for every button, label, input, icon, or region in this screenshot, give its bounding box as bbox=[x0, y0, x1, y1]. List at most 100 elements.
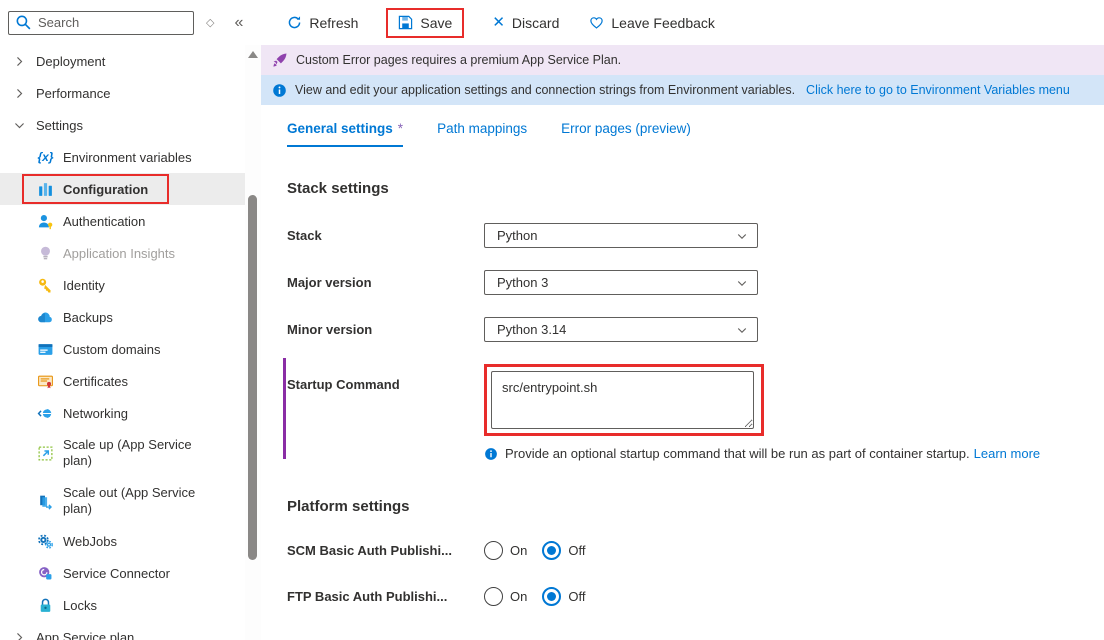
minor-version-label: Minor version bbox=[287, 322, 484, 337]
stack-dropdown-value: Python bbox=[497, 228, 537, 243]
ftp-basic-auth-row: FTP Basic Auth Publishi... On Off bbox=[287, 587, 1104, 606]
startup-command-input[interactable]: src/entrypoint.sh bbox=[491, 371, 754, 429]
sidebar-item-app-service-plan[interactable]: App Service plan bbox=[0, 621, 245, 640]
chevron-right-icon bbox=[13, 631, 26, 640]
radio-selected-icon[interactable] bbox=[542, 541, 561, 560]
ftp-basic-auth-off-option[interactable]: Off bbox=[542, 587, 585, 606]
scm-basic-auth-on-option[interactable]: On bbox=[484, 541, 527, 560]
sidebar-item-label: Backups bbox=[63, 310, 113, 325]
sidebar-item-scale-up[interactable]: Scale up (App Service plan) bbox=[0, 429, 245, 477]
refresh-button[interactable]: Refresh bbox=[285, 10, 360, 36]
tab-label: General settings bbox=[287, 121, 393, 136]
search-input[interactable] bbox=[38, 15, 187, 30]
sidebar-scrollbar[interactable] bbox=[245, 45, 261, 640]
scale-out-icon bbox=[37, 493, 54, 510]
sidebar-item-authentication[interactable]: Authentication bbox=[0, 205, 245, 237]
stack-settings-title: Stack settings bbox=[287, 180, 1104, 197]
tab-label: Error pages (preview) bbox=[561, 121, 691, 136]
search-box[interactable] bbox=[8, 11, 194, 35]
scm-basic-auth-label: SCM Basic Auth Publishi... bbox=[287, 543, 484, 558]
radio-unselected-icon[interactable] bbox=[484, 541, 503, 560]
sidebar-item-certificates[interactable]: Certificates bbox=[0, 365, 245, 397]
shortcut-diamond-icon: ◇ bbox=[206, 16, 214, 29]
sidebar-item-locks[interactable]: Locks bbox=[0, 589, 245, 621]
ftp-basic-auth-on-option[interactable]: On bbox=[484, 587, 527, 606]
sidebar-item-webjobs[interactable]: WebJobs bbox=[0, 525, 245, 557]
sidebar-item-label: Locks bbox=[63, 598, 97, 613]
sidebar-item-label: Custom domains bbox=[63, 342, 161, 357]
scm-basic-auth-row: SCM Basic Auth Publishi... On Off bbox=[287, 541, 1104, 560]
sidebar-item-application-insights[interactable]: Application Insights bbox=[0, 237, 245, 269]
save-icon bbox=[398, 15, 413, 30]
networking-icon bbox=[37, 405, 54, 422]
modified-field-indicator bbox=[283, 358, 286, 459]
configuration-pane: Custom Error pages requires a premium Ap… bbox=[261, 45, 1104, 640]
scrollbar-thumb[interactable] bbox=[248, 195, 257, 560]
leave-feedback-label: Leave Feedback bbox=[611, 15, 715, 31]
save-label: Save bbox=[420, 15, 452, 31]
sidebar-item-environment-variables[interactable]: {x} Environment variables bbox=[0, 141, 245, 173]
chevron-down-icon bbox=[13, 119, 26, 132]
chevron-down-icon bbox=[736, 230, 748, 242]
sidebar-item-scale-out[interactable]: Scale out (App Service plan) bbox=[0, 477, 245, 525]
service-connector-icon bbox=[37, 565, 54, 582]
radio-selected-icon[interactable] bbox=[542, 587, 561, 606]
refresh-icon bbox=[287, 15, 302, 30]
discard-button[interactable]: ✕ Discard bbox=[490, 10, 561, 36]
webjobs-icon bbox=[37, 533, 54, 550]
refresh-label: Refresh bbox=[309, 15, 358, 31]
collapse-sidebar-icon[interactable]: « bbox=[234, 14, 243, 32]
on-label: On bbox=[510, 589, 527, 604]
locks-icon bbox=[37, 597, 54, 614]
tab-error-pages[interactable]: Error pages (preview) bbox=[561, 121, 691, 147]
sidebar-item-identity[interactable]: Identity bbox=[0, 269, 245, 301]
rocket-icon bbox=[272, 52, 288, 68]
ftp-basic-auth-radio-group: On Off bbox=[484, 587, 585, 606]
startup-command-hint: Provide an optional startup command that… bbox=[484, 446, 1104, 461]
scrollbar-up-arrow-icon[interactable] bbox=[248, 51, 258, 58]
stack-label: Stack bbox=[287, 228, 484, 243]
discard-icon: ✕ bbox=[492, 15, 505, 30]
configuration-tabs: General settings* Path mappings Error pa… bbox=[287, 121, 1104, 147]
info-banner-text: View and edit your application settings … bbox=[295, 83, 795, 97]
minor-version-dropdown[interactable]: Python 3.14 bbox=[484, 317, 758, 342]
save-button[interactable]: Save bbox=[386, 8, 464, 38]
tab-path-mappings[interactable]: Path mappings bbox=[437, 121, 527, 147]
discard-label: Discard bbox=[512, 15, 559, 31]
sidebar-item-settings[interactable]: Settings bbox=[0, 109, 245, 141]
major-version-label: Major version bbox=[287, 275, 484, 290]
learn-more-link[interactable]: Learn more bbox=[974, 446, 1040, 461]
major-version-dropdown[interactable]: Python 3 bbox=[484, 270, 758, 295]
tab-label: Path mappings bbox=[437, 121, 527, 136]
major-version-dropdown-value: Python 3 bbox=[497, 275, 548, 290]
environment-variables-link[interactable]: Click here to go to Environment Variable… bbox=[806, 83, 1070, 97]
sidebar-item-configuration[interactable]: Configuration bbox=[0, 173, 245, 205]
configuration-icon bbox=[37, 181, 54, 198]
chevron-down-icon bbox=[736, 277, 748, 289]
sidebar-item-performance[interactable]: Performance bbox=[0, 77, 245, 109]
premium-plan-banner: Custom Error pages requires a premium Ap… bbox=[261, 45, 1104, 75]
tab-general-settings[interactable]: General settings* bbox=[287, 121, 403, 147]
hint-text: Provide an optional startup command that… bbox=[505, 446, 970, 461]
search-icon bbox=[15, 14, 32, 31]
sidebar-item-label: Configuration bbox=[63, 182, 148, 197]
chevron-right-icon bbox=[13, 55, 26, 68]
scm-basic-auth-off-option[interactable]: Off bbox=[542, 541, 585, 560]
sidebar-item-service-connector[interactable]: Service Connector bbox=[0, 557, 245, 589]
leave-feedback-button[interactable]: Leave Feedback bbox=[587, 10, 717, 36]
sidebar-item-deployment[interactable]: Deployment bbox=[0, 45, 245, 77]
radio-unselected-icon[interactable] bbox=[484, 587, 503, 606]
stack-dropdown[interactable]: Python bbox=[484, 223, 758, 248]
sidebar-item-backups[interactable]: Backups bbox=[0, 301, 245, 333]
startup-command-field-row: Startup Command src/entrypoint.sh bbox=[287, 364, 1104, 436]
sidebar-item-label: Certificates bbox=[63, 374, 128, 389]
sidebar-item-label: App Service plan bbox=[36, 630, 134, 640]
sidebar-item-custom-domains[interactable]: Custom domains bbox=[0, 333, 245, 365]
certificates-icon bbox=[37, 373, 54, 390]
custom-domains-icon bbox=[37, 341, 54, 358]
chevron-right-icon bbox=[13, 87, 26, 100]
scm-basic-auth-radio-group: On Off bbox=[484, 541, 585, 560]
ftp-basic-auth-label: FTP Basic Auth Publishi... bbox=[287, 589, 484, 604]
sidebar-item-networking[interactable]: Networking bbox=[0, 397, 245, 429]
sidebar-item-label: Service Connector bbox=[63, 566, 170, 581]
